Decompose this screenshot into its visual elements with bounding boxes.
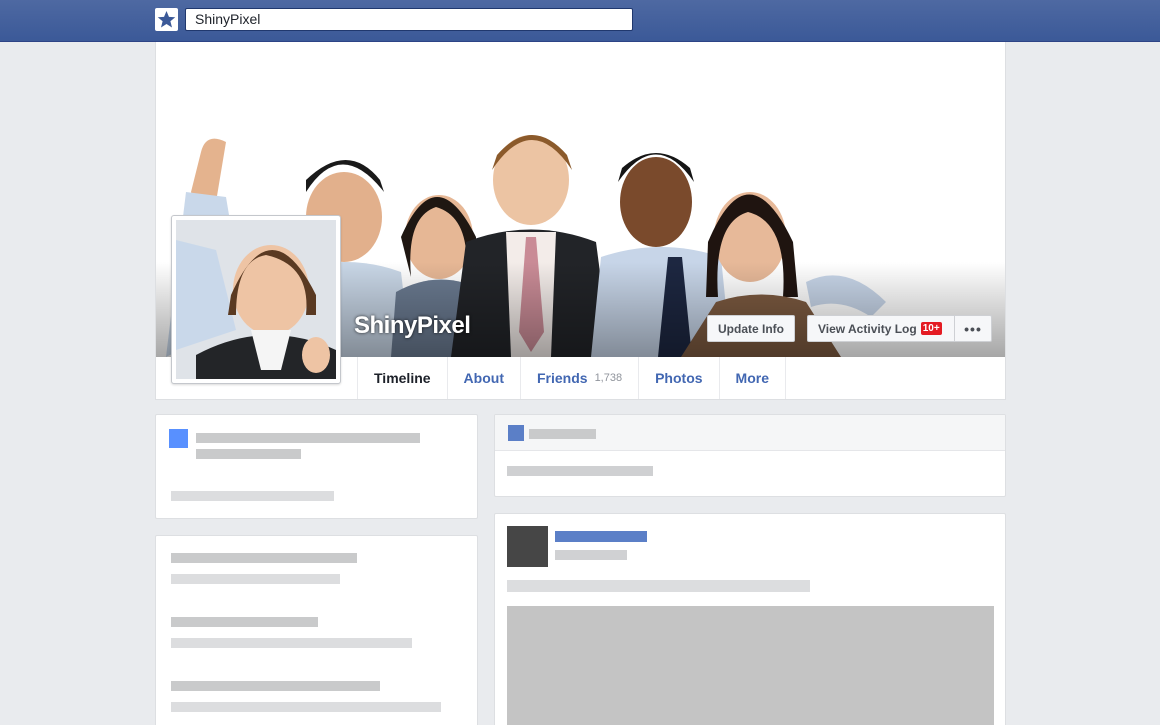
placeholder-line [196, 433, 420, 443]
tab-friends[interactable]: Friends 1,738 [521, 357, 640, 399]
post-image-placeholder[interactable] [507, 606, 994, 725]
activity-badge: 10+ [920, 322, 942, 335]
tab-label: More [735, 370, 769, 386]
placeholder-line [196, 449, 301, 459]
placeholder-line [171, 702, 441, 712]
placeholder-line [171, 553, 357, 563]
tab-label: About [463, 370, 504, 386]
placeholder-line [171, 681, 380, 691]
more-options-button[interactable]: ••• [954, 315, 992, 342]
profile-tabs: Timeline About Friends 1,738 Photos More [357, 357, 786, 399]
activity-log-label: View Activity Log [818, 321, 917, 336]
profile-header: ShinyPixel Update Info View Activity Log… [155, 42, 1006, 400]
placeholder-line [171, 617, 318, 627]
placeholder-line [529, 429, 596, 439]
placeholder-line [507, 580, 810, 592]
tab-about[interactable]: About [448, 357, 521, 399]
update-info-button[interactable]: Update Info [707, 315, 795, 342]
view-activity-log-button[interactable]: View Activity Log 10+ [807, 315, 955, 342]
friends-count: 1,738 [594, 372, 623, 384]
avatar[interactable] [507, 526, 548, 567]
placeholder-line [555, 550, 627, 560]
placeholder-line [507, 466, 653, 476]
about-card [155, 535, 478, 725]
tab-label: Timeline [374, 370, 431, 386]
star-icon[interactable] [155, 8, 178, 31]
tab-photos[interactable]: Photos [639, 357, 720, 399]
placeholder-line [171, 491, 334, 501]
tab-label: Photos [655, 370, 703, 386]
composer-icon [508, 425, 524, 441]
tab-timeline[interactable]: Timeline [358, 357, 448, 399]
search-input[interactable]: ShinyPixel [185, 8, 633, 31]
profile-picture[interactable] [171, 215, 341, 384]
placeholder-line [171, 574, 340, 584]
post-card [494, 513, 1006, 725]
post-author-placeholder[interactable] [555, 531, 647, 542]
top-navigation-bar: ShinyPixel [0, 0, 1160, 42]
intro-card [155, 414, 478, 519]
placeholder-line [171, 638, 412, 648]
intro-icon [169, 429, 188, 448]
tab-more[interactable]: More [720, 357, 786, 399]
composer-card[interactable] [494, 414, 1006, 497]
avatar [176, 220, 336, 379]
tab-label: Friends [536, 370, 588, 386]
profile-name[interactable]: ShinyPixel [354, 312, 471, 340]
